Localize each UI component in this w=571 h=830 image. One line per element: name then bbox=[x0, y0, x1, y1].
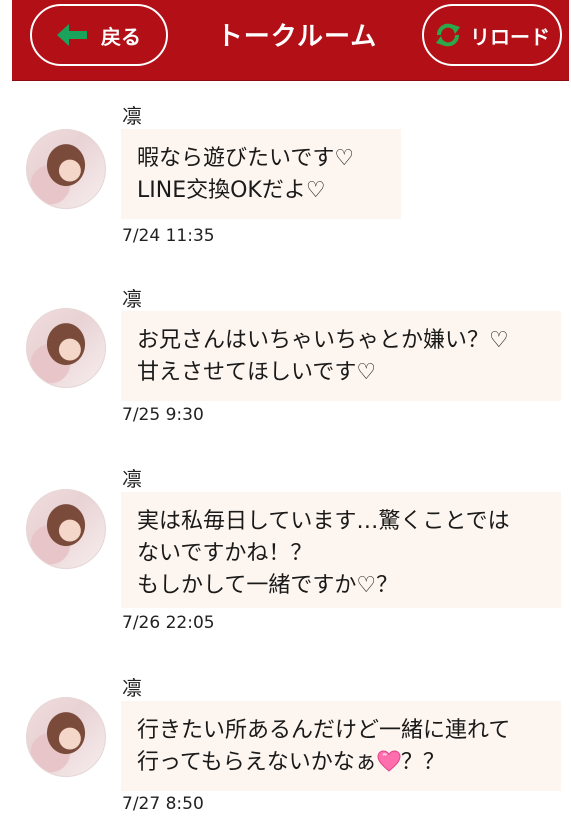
reload-icon bbox=[436, 23, 460, 47]
reload-button-label: リロード bbox=[470, 24, 550, 49]
avatar[interactable] bbox=[26, 489, 106, 569]
sender-name: 凛 bbox=[122, 104, 142, 128]
avatar[interactable] bbox=[26, 308, 106, 388]
sender-name: 凛 bbox=[122, 467, 142, 491]
page-title: トークルーム bbox=[216, 22, 378, 52]
message-bubble: 暇なら遊びたいです♡ LINE交換OKだよ♡ bbox=[121, 129, 401, 219]
message-time: 7/26 22:05 bbox=[122, 613, 215, 633]
sender-name: 凛 bbox=[122, 287, 142, 311]
avatar[interactable] bbox=[26, 697, 106, 777]
message-time: 7/27 8:50 bbox=[122, 794, 204, 814]
back-button-label: 戻る bbox=[101, 24, 141, 49]
message-bubble: 行きたい所あるんだけど一緒に連れて 行ってもらえないかなぁ ？？ bbox=[121, 701, 561, 791]
message-line: LINE交換OKだよ♡ bbox=[137, 178, 326, 203]
header-bar: 戻る トークルーム リロード bbox=[12, 0, 569, 81]
message-line: 実は私毎日しています…驚くことでは bbox=[137, 509, 510, 534]
message-time: 7/24 11:35 bbox=[122, 226, 215, 246]
message-time: 7/25 9:30 bbox=[122, 405, 204, 425]
message-line: ないですかね！？ bbox=[137, 541, 313, 566]
reload-button[interactable]: リロード bbox=[422, 4, 562, 66]
message-line-text: ？？ bbox=[400, 750, 445, 775]
message-line: 行きたい所あるんだけど一緒に連れて bbox=[137, 718, 511, 743]
message-line: 暇なら遊びたいです♡ bbox=[137, 146, 355, 171]
back-arrow-icon bbox=[57, 24, 87, 46]
avatar[interactable] bbox=[26, 129, 106, 209]
pink-heart-icon bbox=[377, 750, 401, 772]
back-button[interactable]: 戻る bbox=[30, 4, 168, 66]
message-line-text: 行ってもらえないかなぁ bbox=[137, 750, 377, 775]
sender-name: 凛 bbox=[122, 676, 142, 700]
message-bubble: 実は私毎日しています…驚くことでは ないですかね！？ もしかして一緒ですか♡？ bbox=[121, 492, 561, 608]
message-line: お兄さんはいちゃいちゃとか嫌い？♡ bbox=[137, 328, 509, 353]
message-line-with-emoji: 行ってもらえないかなぁ ？？ bbox=[137, 747, 545, 779]
message-line: もしかして一緒ですか♡？ bbox=[137, 573, 399, 598]
message-bubble: お兄さんはいちゃいちゃとか嫌い？♡ 甘えさせてほしいです♡ bbox=[121, 311, 561, 401]
message-line: 甘えさせてほしいです♡ bbox=[137, 360, 377, 385]
